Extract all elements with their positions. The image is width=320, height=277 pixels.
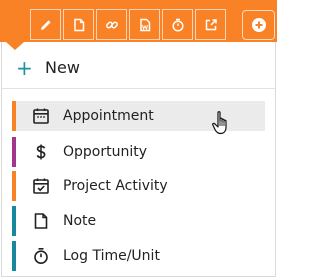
app-root: + New Appointment Opportunity Project Ac… bbox=[0, 0, 277, 277]
menu-item-opportunity[interactable]: Opportunity bbox=[12, 137, 265, 167]
menu-item-label: Appointment bbox=[63, 108, 154, 124]
menu-item-log-time-unit[interactable]: Log Time/Unit bbox=[12, 241, 265, 271]
word-document-icon bbox=[139, 18, 150, 31]
open-external-button[interactable] bbox=[195, 9, 226, 40]
edit-button[interactable] bbox=[30, 9, 61, 40]
item-color-bar bbox=[12, 206, 16, 236]
menu-divider bbox=[1, 88, 275, 89]
link-button[interactable] bbox=[96, 9, 127, 40]
timer-button[interactable] bbox=[162, 9, 193, 40]
menu-item-project-activity[interactable]: Project Activity bbox=[12, 171, 265, 201]
word-document-button[interactable] bbox=[129, 9, 160, 40]
new-label: New bbox=[45, 58, 80, 77]
item-color-bar bbox=[12, 101, 16, 131]
calendar-icon bbox=[33, 108, 49, 124]
menu-item-label: Opportunity bbox=[63, 144, 148, 160]
toolbar bbox=[0, 0, 277, 42]
item-color-bar bbox=[12, 241, 16, 271]
menu-item-note[interactable]: Note bbox=[12, 206, 265, 236]
item-color-bar bbox=[12, 171, 16, 201]
plus-circle-icon bbox=[251, 18, 266, 32]
document-button[interactable] bbox=[63, 9, 94, 40]
stopwatch-icon bbox=[171, 18, 184, 32]
stopwatch-icon bbox=[34, 248, 48, 264]
pencil-icon bbox=[40, 19, 51, 30]
link-icon bbox=[105, 21, 118, 28]
dollar-icon bbox=[36, 144, 46, 160]
hand-cursor-icon bbox=[212, 111, 227, 135]
add-button[interactable] bbox=[242, 10, 275, 40]
external-link-icon bbox=[205, 18, 217, 30]
document-icon bbox=[73, 18, 84, 31]
item-color-bar bbox=[12, 137, 16, 167]
menu-item-label: Note bbox=[63, 213, 97, 229]
calendar-check-icon bbox=[33, 178, 49, 194]
plus-icon: + bbox=[16, 56, 33, 80]
dropdown-pointer bbox=[6, 42, 24, 50]
menu-item-label: Project Activity bbox=[63, 178, 168, 194]
new-menu-header[interactable]: + New bbox=[1, 52, 275, 86]
menu-item-label: Log Time/Unit bbox=[63, 248, 160, 264]
note-icon bbox=[34, 213, 48, 229]
